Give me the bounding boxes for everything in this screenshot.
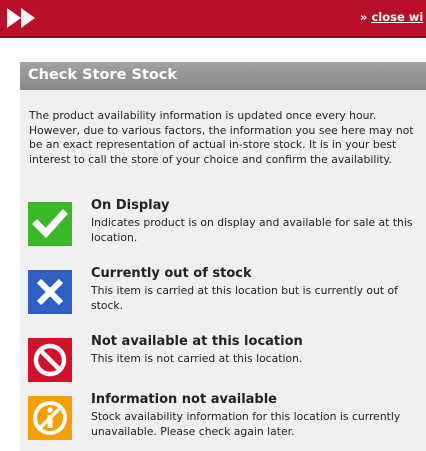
x-icon — [28, 270, 72, 314]
prohibited-icon — [28, 338, 72, 382]
legend-title: Information not available — [91, 392, 277, 407]
panel-title: Check Store Stock — [28, 67, 178, 83]
fast-forward-icon[interactable] — [5, 6, 39, 30]
legend-title: On Display — [91, 198, 170, 213]
legend-description: This item is carried at this location bu… — [91, 284, 398, 312]
legend-item-not-available: Not available at this location This item… — [20, 334, 426, 390]
top-bar: » close wi — [0, 0, 426, 38]
legend-item-info-unavailable: Information not available Stock availabi… — [20, 392, 426, 448]
intro-text: The product availability information is … — [29, 109, 414, 166]
legend-description: Indicates product is on display and avai… — [91, 216, 413, 244]
legend-description: Stock availability information for this … — [91, 410, 401, 438]
legend-title: Not available at this location — [91, 334, 303, 349]
legend-item-on-display: On Display Indicates product is on displ… — [20, 198, 426, 254]
check-stock-panel: Check Store Stock The product availabili… — [20, 62, 426, 451]
close-window-link[interactable]: » close wi — [360, 10, 423, 24]
close-arrow: » — [360, 10, 368, 24]
legend-title: Currently out of stock — [91, 266, 252, 281]
close-link-label: close wi — [371, 10, 424, 24]
legend-description: This item is not carried at this locatio… — [91, 352, 303, 365]
checkmark-icon — [28, 202, 72, 246]
panel-header: Check Store Stock — [20, 62, 426, 90]
info-icon — [28, 396, 72, 440]
legend-item-out-of-stock: Currently out of stock This item is carr… — [20, 266, 426, 322]
